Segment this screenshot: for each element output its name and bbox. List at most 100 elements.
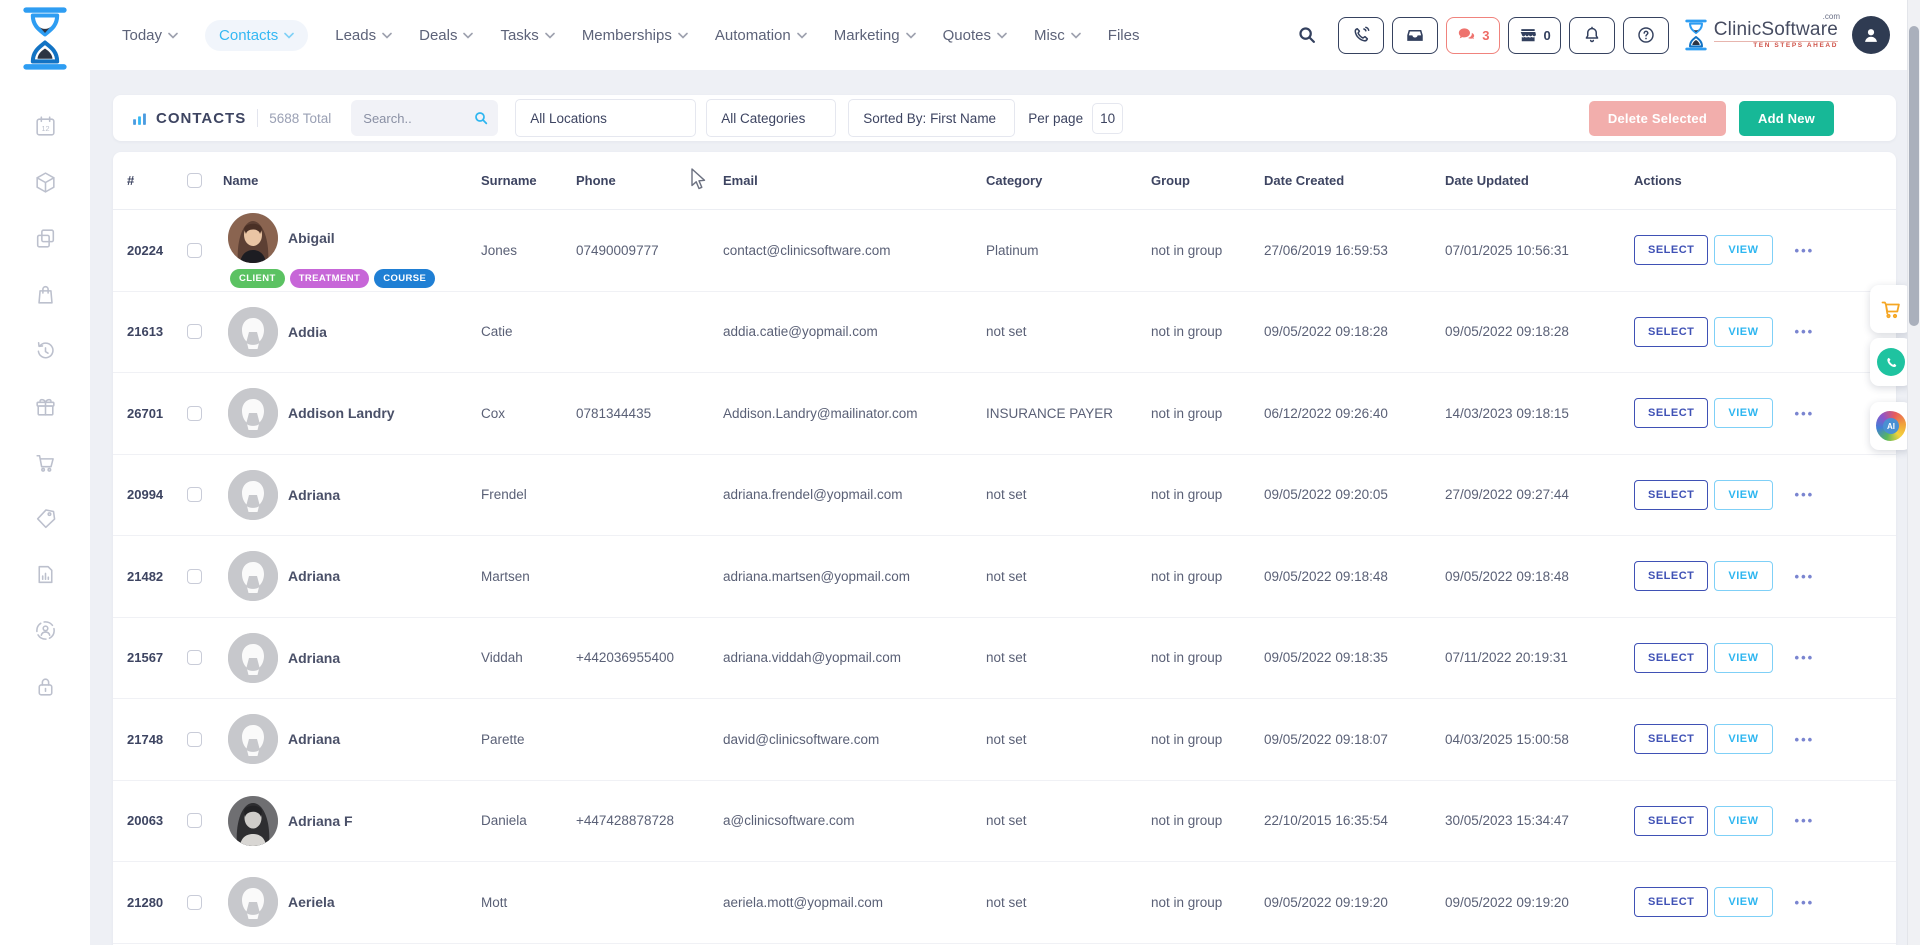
row-checkbox[interactable] xyxy=(187,406,202,421)
select-button[interactable]: SELECT xyxy=(1634,480,1708,510)
row-more-button[interactable]: ••• xyxy=(1795,324,1815,339)
date-updated: 09/05/2022 09:18:28 xyxy=(1445,324,1626,339)
view-button[interactable]: VIEW xyxy=(1714,806,1772,836)
row-actions: SELECTVIEW ••• xyxy=(1626,480,1896,510)
help-button[interactable] xyxy=(1623,17,1669,54)
ai-assistant-widget[interactable]: AI xyxy=(1870,402,1912,450)
row-more-button[interactable]: ••• xyxy=(1795,732,1815,747)
select-button[interactable]: SELECT xyxy=(1634,235,1708,265)
categories-filter[interactable]: All Categories xyxy=(706,99,836,137)
row-checkbox[interactable] xyxy=(187,324,202,339)
select-button[interactable]: SELECT xyxy=(1634,317,1708,347)
cart-icon[interactable] xyxy=(33,450,58,475)
date-updated: 07/01/2025 10:56:31 xyxy=(1445,243,1626,258)
nav-item-marketing[interactable]: Marketing xyxy=(834,27,916,44)
brand-hourglass-logo[interactable] xyxy=(22,6,68,60)
column-header-phone: Phone xyxy=(576,173,723,188)
row-more-button[interactable]: ••• xyxy=(1795,813,1815,828)
date-updated: 07/11/2022 20:19:31 xyxy=(1445,650,1626,665)
table-body: 20224AbigailCLIENTTREATMENTCOURSEJones07… xyxy=(113,210,1896,944)
nav-item-deals[interactable]: Deals xyxy=(419,27,473,44)
nav-item-contacts[interactable]: Contacts xyxy=(205,20,308,51)
phone-button[interactable] xyxy=(1338,17,1384,54)
bell-button[interactable] xyxy=(1569,17,1615,54)
view-button[interactable]: VIEW xyxy=(1714,643,1772,673)
select-button[interactable]: SELECT xyxy=(1634,724,1708,754)
store-button[interactable]: 0 xyxy=(1508,17,1561,54)
row-more-button[interactable]: ••• xyxy=(1795,650,1815,665)
view-button[interactable]: VIEW xyxy=(1714,887,1772,917)
contact-phone: 0781344435 xyxy=(576,406,723,421)
contact-avatar xyxy=(228,388,278,438)
row-more-button[interactable]: ••• xyxy=(1795,487,1815,502)
contact-group: not in group xyxy=(1151,243,1264,258)
nav-item-label: Misc xyxy=(1034,27,1065,44)
per-page-input[interactable] xyxy=(1092,103,1123,134)
nav-item-label: Tasks xyxy=(500,27,538,44)
select-button[interactable]: SELECT xyxy=(1634,806,1708,836)
row-checkbox[interactable] xyxy=(187,569,202,584)
user-avatar-button[interactable] xyxy=(1852,16,1890,54)
nav-item-leads[interactable]: Leads xyxy=(335,27,392,44)
calendar-12-icon[interactable]: 12 xyxy=(33,114,58,139)
date-updated: 27/09/2022 09:27:44 xyxy=(1445,487,1626,502)
view-button[interactable]: VIEW xyxy=(1714,235,1772,265)
sort-filter[interactable]: Sorted By: First Name xyxy=(848,99,1015,137)
contact-tags: CLIENTTREATMENTCOURSE xyxy=(230,269,481,288)
search-submit-icon[interactable] xyxy=(473,110,489,126)
delete-selected-button[interactable]: Delete Selected xyxy=(1589,101,1726,136)
cube-icon[interactable] xyxy=(33,170,58,195)
view-button[interactable]: VIEW xyxy=(1714,724,1772,754)
shopping-bag-icon[interactable] xyxy=(33,282,58,307)
lock-icon[interactable] xyxy=(33,674,58,699)
row-more-button[interactable]: ••• xyxy=(1795,406,1815,421)
select-button[interactable]: SELECT xyxy=(1634,887,1708,917)
column-header-surname: Surname xyxy=(481,173,576,188)
report-icon[interactable] xyxy=(33,562,58,587)
view-button[interactable]: VIEW xyxy=(1714,480,1772,510)
copy-pages-icon[interactable] xyxy=(33,226,58,251)
cart-widget[interactable] xyxy=(1870,285,1912,333)
whatsapp-widget[interactable] xyxy=(1870,338,1912,386)
view-button[interactable]: VIEW xyxy=(1714,561,1772,591)
tag-treatment: TREATMENT xyxy=(290,269,369,288)
nav-item-tasks[interactable]: Tasks xyxy=(500,27,554,44)
contact-name: Abigail xyxy=(288,230,335,246)
chat-button[interactable]: 3 xyxy=(1446,17,1499,54)
nav-item-memberships[interactable]: Memberships xyxy=(582,27,688,44)
row-checkbox[interactable] xyxy=(187,732,202,747)
history-icon[interactable] xyxy=(33,338,58,363)
nav-item-misc[interactable]: Misc xyxy=(1034,27,1081,44)
select-all-checkbox[interactable] xyxy=(187,173,202,188)
nav-item-files[interactable]: Files xyxy=(1108,27,1140,44)
contact-name-cell: Adriana xyxy=(223,551,481,601)
inbox-button[interactable] xyxy=(1392,17,1438,54)
row-more-button[interactable]: ••• xyxy=(1795,569,1815,584)
select-button[interactable]: SELECT xyxy=(1634,398,1708,428)
view-button[interactable]: VIEW xyxy=(1714,317,1772,347)
contact-avatar xyxy=(228,633,278,683)
total-count: 5688 Total xyxy=(269,111,331,126)
contact-group: not in group xyxy=(1151,324,1264,339)
row-checkbox[interactable] xyxy=(187,243,202,258)
nav-item-today[interactable]: Today xyxy=(122,27,178,44)
row-more-button[interactable]: ••• xyxy=(1795,895,1815,910)
select-button[interactable]: SELECT xyxy=(1634,643,1708,673)
select-button[interactable]: SELECT xyxy=(1634,561,1708,591)
row-checkbox[interactable] xyxy=(187,487,202,502)
add-new-button[interactable]: Add New xyxy=(1739,101,1834,136)
price-tag-icon[interactable] xyxy=(33,506,58,531)
locations-filter[interactable]: All Locations xyxy=(515,99,696,137)
row-checkbox[interactable] xyxy=(187,650,202,665)
scrollbar-thumb[interactable] xyxy=(1909,26,1919,326)
nav-item-automation[interactable]: Automation xyxy=(715,27,807,44)
account-sync-icon[interactable] xyxy=(33,618,58,643)
view-button[interactable]: VIEW xyxy=(1714,398,1772,428)
row-more-button[interactable]: ••• xyxy=(1795,243,1815,258)
search-icon[interactable] xyxy=(1296,24,1318,46)
gift-icon[interactable] xyxy=(33,394,58,419)
row-checkbox[interactable] xyxy=(187,813,202,828)
contact-id: 21280 xyxy=(113,895,187,910)
row-checkbox[interactable] xyxy=(187,895,202,910)
nav-item-quotes[interactable]: Quotes xyxy=(943,27,1007,44)
